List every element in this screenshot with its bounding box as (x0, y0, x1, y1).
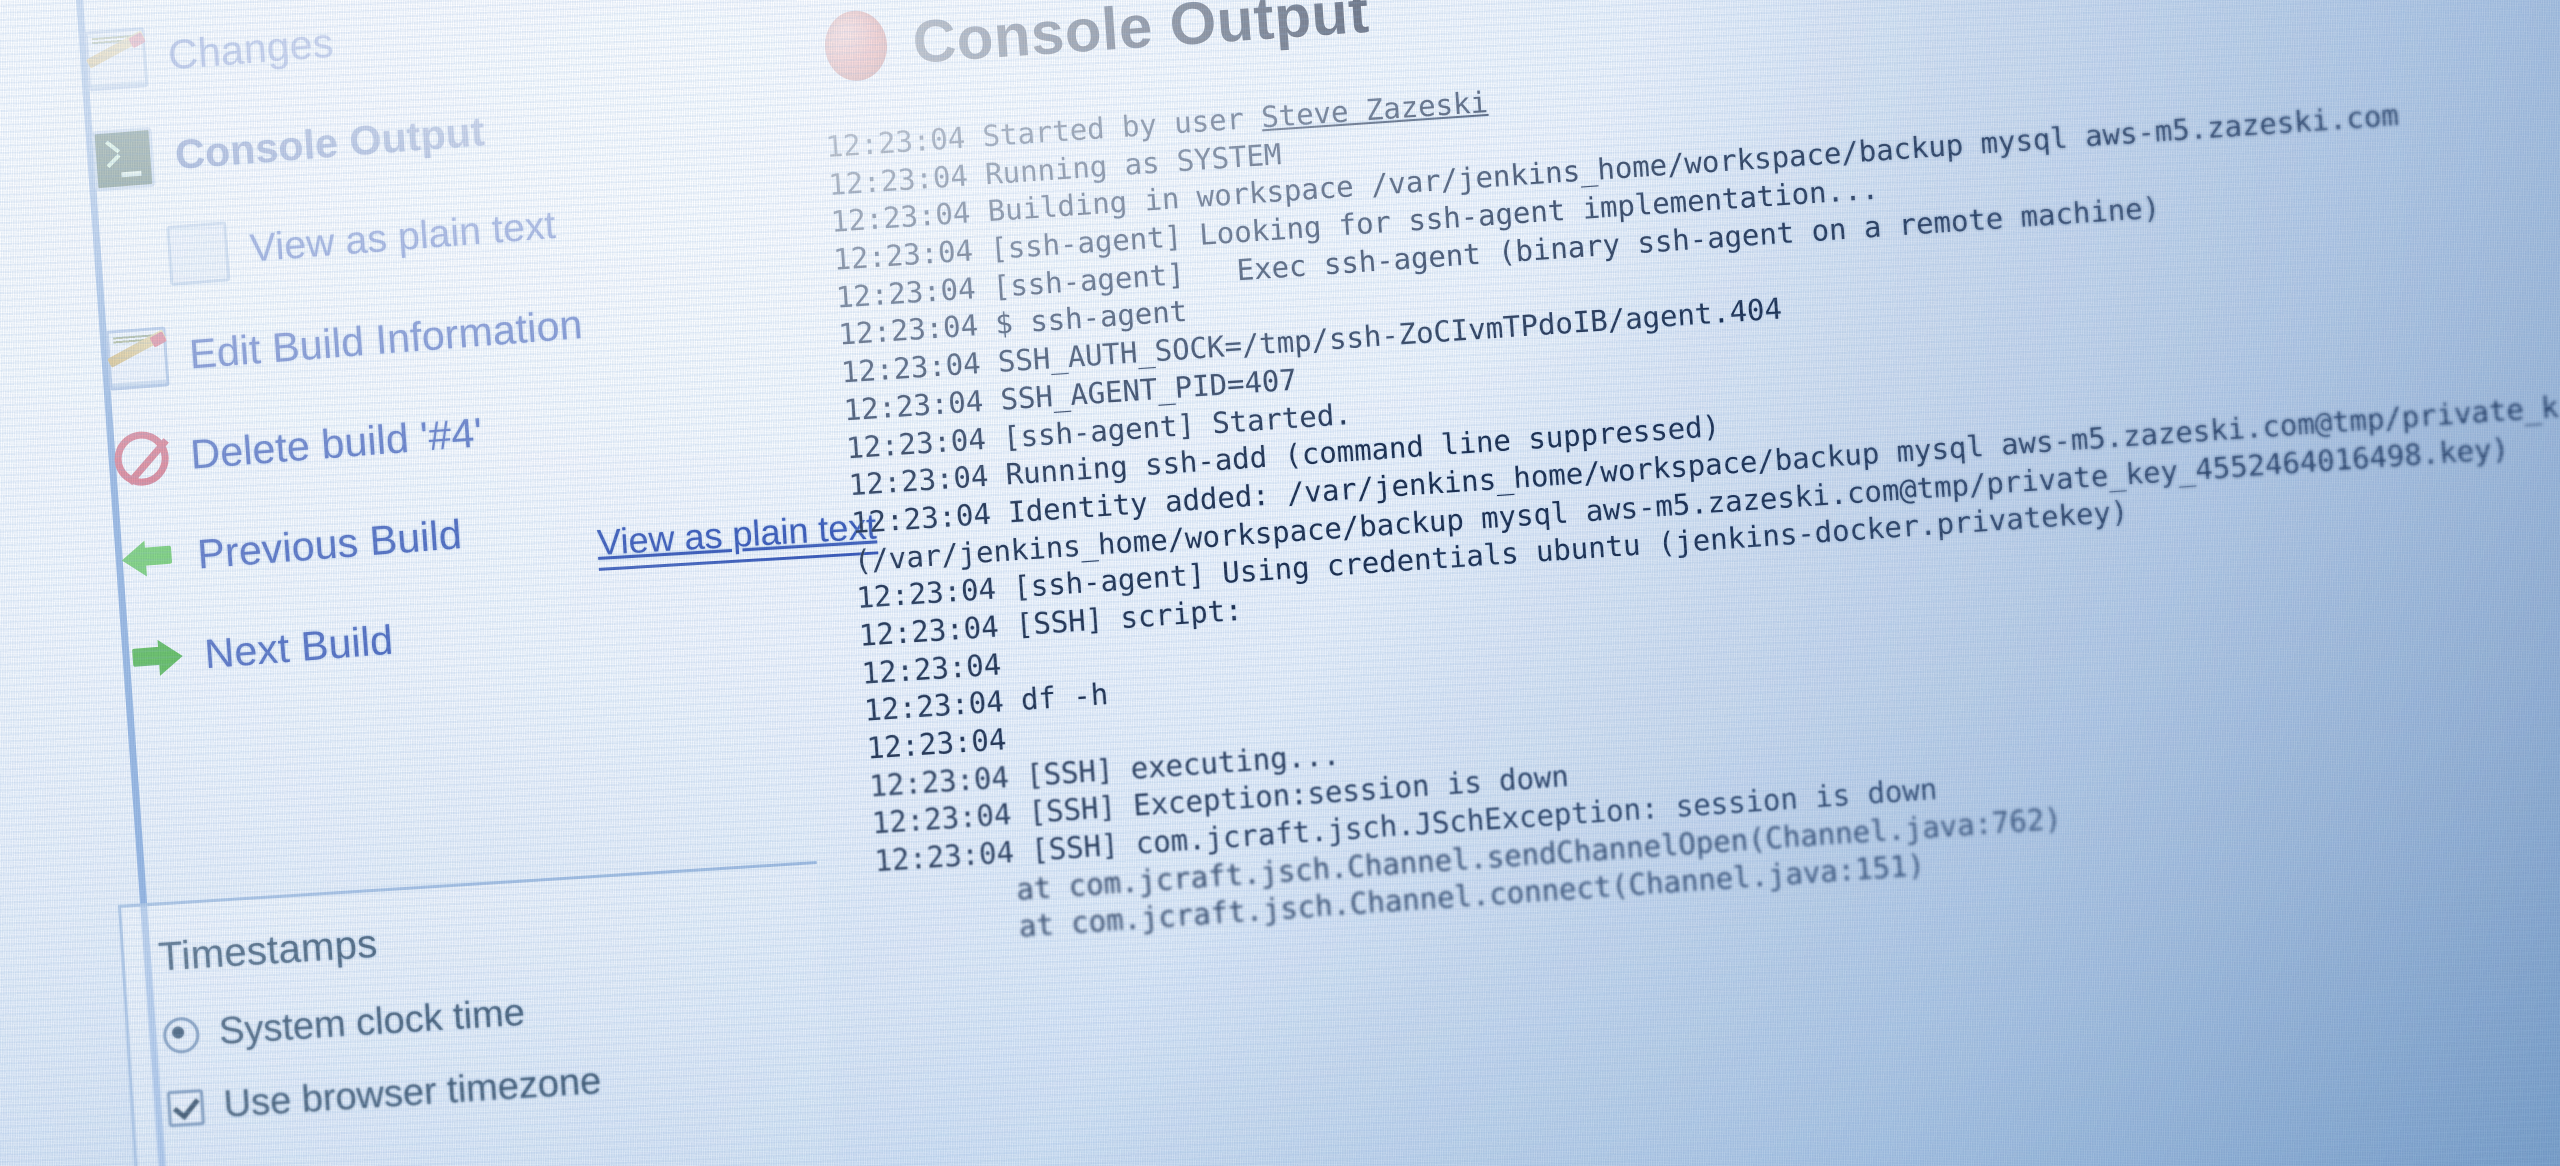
arrow-left-icon (120, 532, 177, 584)
sidebar-item-label: Previous Build (195, 510, 464, 577)
red-ball-failed-icon (822, 8, 890, 83)
timestamps-panel: Timestamps System clock time Use browser… (118, 861, 836, 1166)
sidebar-item-label: Edit Build Information (187, 300, 584, 378)
sidebar-item-label: Delete build '#4' (188, 408, 484, 478)
plain-text-icon (166, 221, 231, 286)
radio-system-clock-time[interactable] (162, 1015, 201, 1054)
changes-icon (84, 27, 149, 92)
arrow-right-icon (127, 632, 184, 684)
page-title: Console Output (910, 0, 1372, 76)
sidebar-item-label: Console Output (173, 107, 487, 178)
console-log[interactable]: 12:23:04 Started by user Steve Zazeski 12… (825, 0, 2560, 956)
monitor-photo: Status Changes Console Output View as pl… (0, 0, 2560, 1166)
sidebar-item-label: Changes (166, 19, 335, 78)
checkbox-use-browser-timezone[interactable] (166, 1088, 205, 1127)
timestamps-option-label: System clock time (217, 991, 527, 1053)
timestamps-option-system-clock-time[interactable]: System clock time (162, 974, 800, 1057)
timestamps-option-use-browser-timezone[interactable]: Use browser timezone (166, 1047, 805, 1130)
edit-icon (105, 326, 170, 391)
sidebar-item-label: View as plain text (248, 203, 558, 271)
jenkins-build-page: Status Changes Console Output View as pl… (0, 0, 2560, 1166)
timestamps-option-label: Use browser timezone (222, 1060, 603, 1126)
delete-icon (112, 429, 171, 488)
sidebar-item-label: Next Build (202, 616, 395, 677)
timestamps-panel-title: Timestamps (156, 921, 379, 980)
console-icon (91, 126, 156, 192)
console-output-section: Console Output 12:23:04 Started by user … (806, 0, 2560, 1166)
